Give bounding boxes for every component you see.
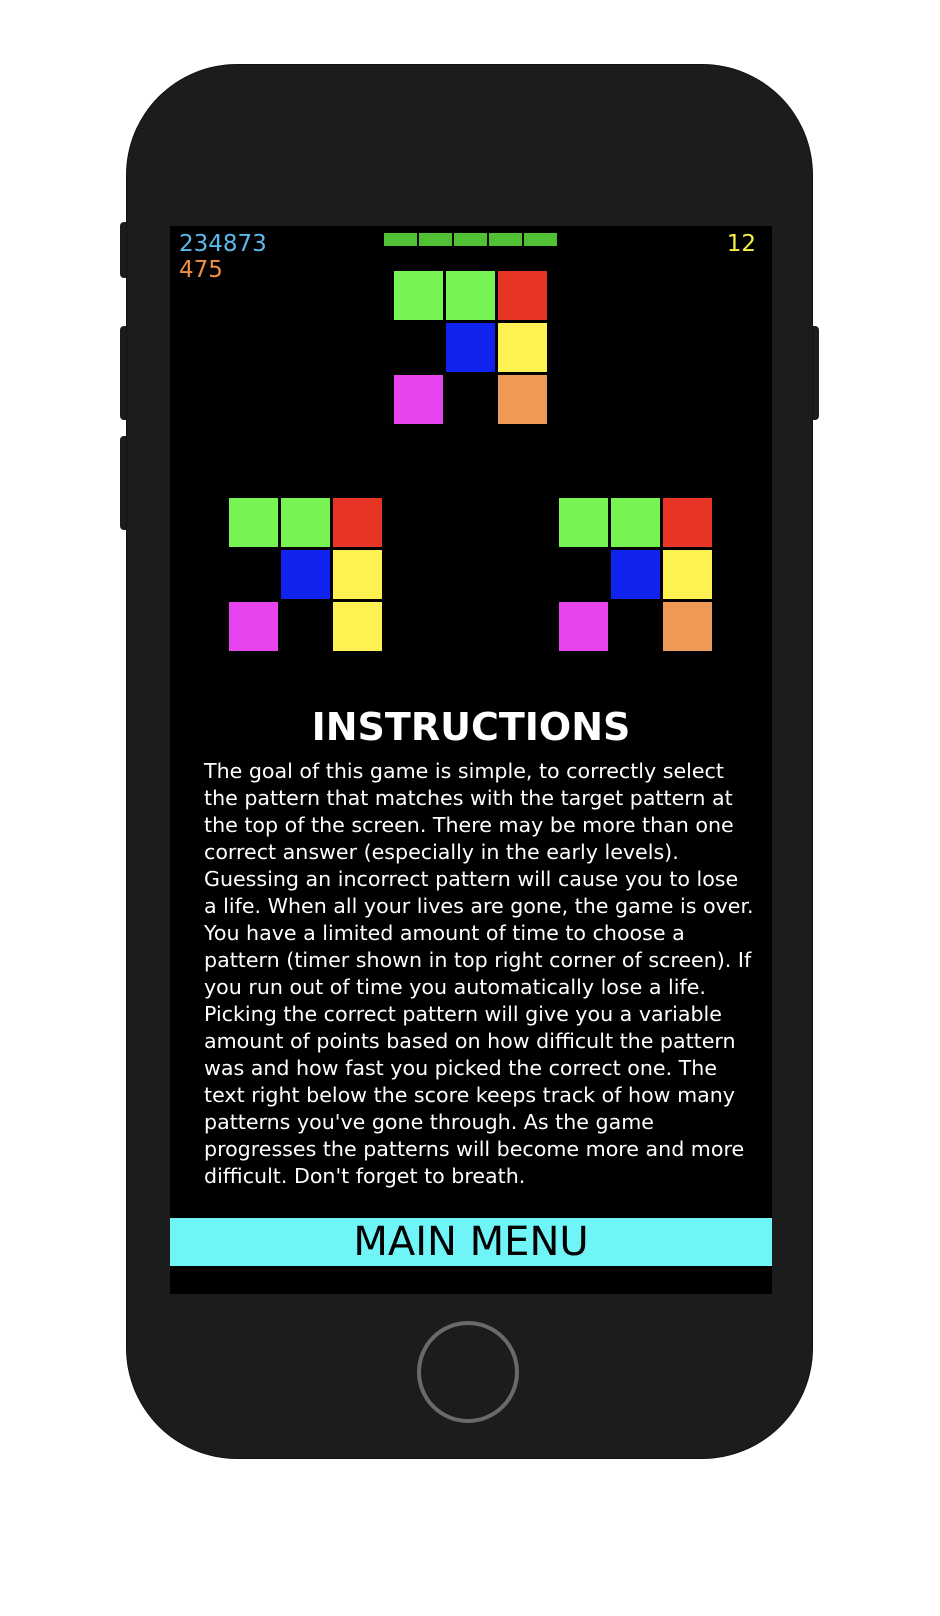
orange-tile [663,602,712,651]
orange-tile [498,375,547,424]
pattern-option-left[interactable] [229,498,382,651]
life-segment [454,233,487,246]
green-tile [446,271,495,320]
yellow-tile [498,323,547,372]
red-tile [333,498,382,547]
green-tile [394,271,443,320]
home-button [417,1321,519,1423]
target-pattern [394,271,547,424]
device-mockup: 234873 475 12 INSTRUCTIONS The goal of t… [0,0,940,1616]
red-tile [663,498,712,547]
game-screen: 234873 475 12 INSTRUCTIONS The goal of t… [170,226,772,1294]
green-tile [611,498,660,547]
life-segment [489,233,522,246]
empty-cell [229,550,278,599]
empty-cell [446,375,495,424]
green-tile [229,498,278,547]
magenta-tile [229,602,278,651]
magenta-tile [559,602,608,651]
life-segment [419,233,452,246]
empty-cell [394,323,443,372]
lives-bar [384,233,557,246]
yellow-tile [333,602,382,651]
life-segment [524,233,557,246]
score-display: 234873 [179,231,267,257]
life-segment [384,233,417,246]
instructions-text: The goal of this game is simple, to corr… [204,759,754,1188]
blue-tile [446,323,495,372]
empty-cell [281,602,330,651]
empty-cell [559,550,608,599]
instructions-title: INSTRUCTIONS [311,705,631,749]
timer-display: 12 [726,231,756,257]
pattern-option-right[interactable] [559,498,712,651]
yellow-tile [333,550,382,599]
magenta-tile [394,375,443,424]
blue-tile [281,550,330,599]
green-tile [559,498,608,547]
blue-tile [611,550,660,599]
red-tile [498,271,547,320]
main-menu-button[interactable]: MAIN MENU [170,1218,772,1266]
green-tile [281,498,330,547]
patterns-count: 475 [179,257,223,283]
empty-cell [611,602,660,651]
yellow-tile [663,550,712,599]
